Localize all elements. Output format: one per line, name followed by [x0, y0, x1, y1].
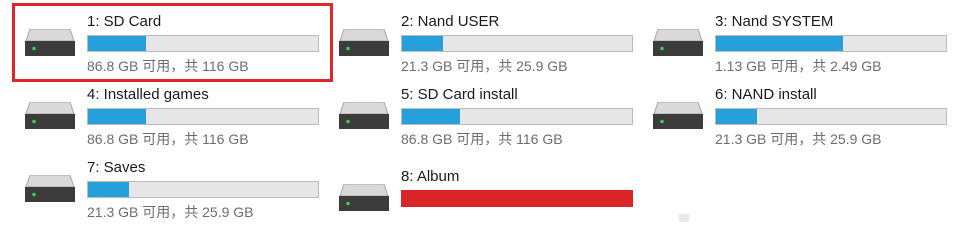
drive-item-nand-install[interactable]: 6: NAND install 21.3 GB 可用，共 25.9 GB — [652, 82, 952, 152]
hard-drive-icon — [339, 184, 389, 211]
drive-name: 3: Nand SYSTEM — [715, 13, 834, 30]
hard-drive-icon — [339, 102, 389, 129]
drive-usage-bar — [401, 35, 633, 52]
drive-item-nand-system[interactable]: 3: Nand SYSTEM 1.13 GB 可用，共 2.49 GB — [652, 9, 952, 79]
drive-name: 4: Installed games — [87, 86, 209, 103]
hard-drive-icon — [25, 175, 75, 202]
drive-item-installed-games[interactable]: 4: Installed games 86.8 GB 可用，共 116 GB — [24, 82, 324, 152]
drive-usage-fill — [402, 109, 460, 124]
drive-usage-fill — [402, 191, 632, 206]
drive-free-space: 86.8 GB 可用，共 116 GB — [87, 131, 249, 147]
drive-usage-bar — [401, 190, 633, 207]
drive-item-sd-card[interactable]: 1: SD Card 86.8 GB 可用，共 116 GB — [24, 9, 324, 79]
drive-name: 6: NAND install — [715, 86, 817, 103]
drive-usage-fill — [402, 36, 444, 51]
drive-free-space: 1.13 GB 可用，共 2.49 GB — [715, 58, 882, 74]
drive-usage-bar — [87, 108, 319, 125]
drive-item-sd-card-install[interactable]: 5: SD Card install 86.8 GB 可用，共 116 GB — [338, 82, 638, 152]
drive-name: 2: Nand USER — [401, 13, 500, 30]
drive-item-album[interactable]: 8: Album — [338, 164, 638, 234]
drive-usage-bar — [87, 181, 319, 198]
drive-usage-bar — [87, 35, 319, 52]
hard-drive-icon — [25, 29, 75, 56]
drive-usage-bar — [715, 108, 947, 125]
drive-free-space: 86.8 GB 可用，共 116 GB — [401, 131, 563, 147]
drive-usage-bar — [715, 35, 947, 52]
hard-drive-icon — [339, 29, 389, 56]
drive-usage-fill — [88, 182, 130, 197]
drive-usage-fill — [88, 109, 146, 124]
drive-usage-fill — [716, 36, 843, 51]
hard-drive-icon — [653, 102, 703, 129]
drive-name: 8: Album — [401, 168, 460, 185]
drive-usage-fill — [88, 36, 146, 51]
drive-item-nand-user[interactable]: 2: Nand USER 21.3 GB 可用，共 25.9 GB — [338, 9, 638, 79]
hard-drive-icon — [653, 29, 703, 56]
drive-name: 7: Saves — [87, 159, 146, 176]
drive-name: 5: SD Card install — [401, 86, 518, 103]
hard-drive-icon — [25, 102, 75, 129]
drive-free-space: 21.3 GB 可用，共 25.9 GB — [87, 204, 254, 220]
drive-usage-fill — [716, 109, 758, 124]
scroll-indicator — [679, 214, 689, 222]
drive-item-saves[interactable]: 7: Saves 21.3 GB 可用，共 25.9 GB — [24, 155, 324, 225]
drive-usage-bar — [401, 108, 633, 125]
drive-free-space: 21.3 GB 可用，共 25.9 GB — [715, 131, 882, 147]
drive-free-space: 86.8 GB 可用，共 116 GB — [87, 58, 249, 74]
drive-free-space: 21.3 GB 可用，共 25.9 GB — [401, 58, 568, 74]
drive-list: 1: SD Card 86.8 GB 可用，共 116 GB 2: Nand U… — [0, 0, 969, 221]
drive-name: 1: SD Card — [87, 13, 162, 30]
